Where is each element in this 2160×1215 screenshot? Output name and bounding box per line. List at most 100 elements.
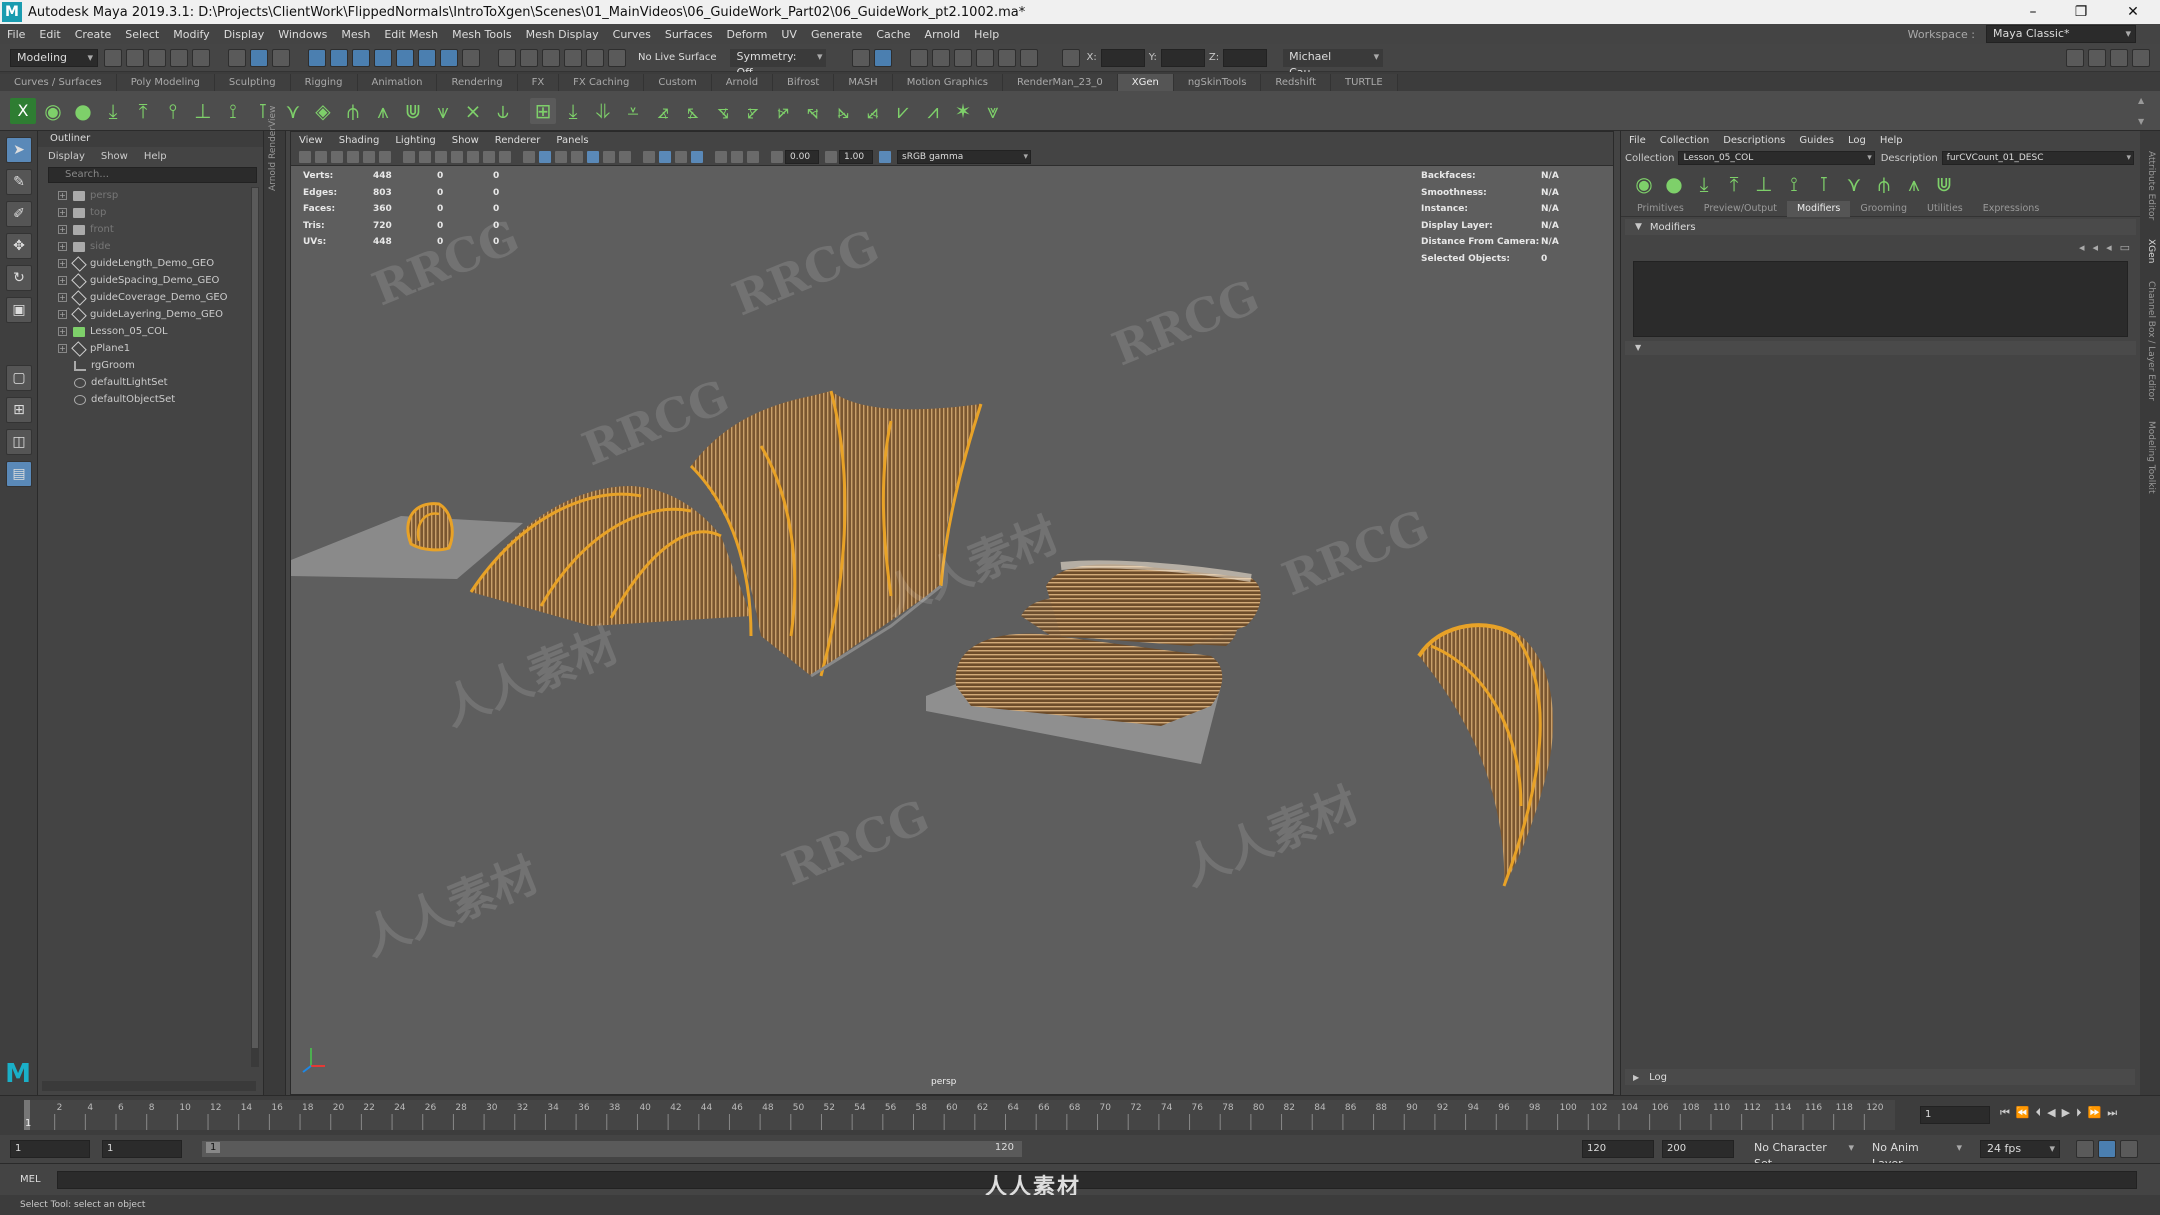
select-hierarchy-icon[interactable] — [228, 48, 246, 67]
single-view-icon[interactable]: ▢ — [6, 365, 32, 391]
outliner-item[interactable]: + pPlane1 — [38, 340, 263, 357]
outliner-menu-show[interactable]: Show — [101, 151, 128, 162]
guide-spacing-demo-geo[interactable] — [469, 486, 751, 626]
outliner-menu-display[interactable]: Display — [48, 151, 85, 162]
xgen-guide-flip-icon[interactable]: ⫛ — [1871, 171, 1897, 197]
pick-mask-5-icon[interactable] — [396, 48, 414, 67]
y-field[interactable] — [1160, 48, 1205, 67]
groom-twist-icon[interactable]: ⦭ — [800, 98, 826, 124]
menu-file[interactable]: File — [0, 28, 32, 41]
move-modifier-up-icon[interactable]: ◂ — [2079, 241, 2085, 254]
hypershade-icon[interactable] — [976, 48, 995, 67]
xgen-menu-collection[interactable]: Collection — [1660, 135, 1709, 146]
guide-length-demo-geo[interactable] — [406, 502, 454, 552]
transform-field-icon[interactable] — [1062, 48, 1081, 67]
outliner-item[interactable]: + guideCoverage_Demo_GEO — [38, 289, 263, 306]
mel-label[interactable]: MEL — [20, 1174, 41, 1185]
groom-freeze-icon[interactable]: ⩗ — [890, 98, 916, 124]
snap-view-icon[interactable] — [564, 48, 582, 67]
place-guide-icon[interactable]: ⤒ — [130, 98, 156, 124]
menu-arnold[interactable]: Arnold — [918, 28, 968, 41]
xgen-menu-guides[interactable]: Guides — [1799, 135, 1834, 146]
modifiers-list[interactable] — [1633, 261, 2128, 337]
pick-mask-2-icon[interactable] — [330, 48, 348, 67]
outliner-item[interactable]: + guideLength_Demo_GEO — [38, 255, 263, 272]
shelf-tab-curves-surfaces[interactable]: Curves / Surfaces — [0, 74, 117, 91]
xgen-menu-log[interactable]: Log — [1848, 135, 1866, 146]
resolution-gate-icon[interactable] — [435, 150, 447, 163]
modifier-folder-icon[interactable]: ▭ — [2120, 241, 2130, 254]
toggle-channel-box-icon[interactable] — [2132, 48, 2150, 67]
playback-start-field[interactable]: 1 — [102, 1140, 182, 1158]
textured-icon[interactable] — [587, 150, 599, 163]
exposure-field[interactable]: 0.00 — [785, 149, 819, 164]
shelf-tab-turtle[interactable]: TURTLE — [1331, 74, 1398, 91]
character-set-dropdown[interactable]: No Character Set — [1748, 1140, 1858, 1170]
lasso-tool-icon[interactable]: ✎ — [6, 169, 32, 195]
scale-tool-icon[interactable]: ▣ — [6, 297, 32, 323]
z-field[interactable] — [1223, 48, 1268, 67]
guide-attract-icon[interactable]: ⫝ — [490, 98, 516, 124]
motion-blur-icon[interactable] — [659, 150, 671, 163]
select-object-icon[interactable] — [250, 48, 268, 67]
outliner-item[interactable]: + side — [38, 238, 263, 255]
groom-part-icon[interactable]: ⩔ — [980, 98, 1006, 124]
shelf-tab-arnold[interactable]: Arnold — [711, 74, 774, 91]
xgen-menu-file[interactable]: File — [1629, 135, 1646, 146]
sculpt-guide-icon[interactable]: ⫯ — [160, 98, 186, 124]
move-modifier-down-icon[interactable]: ◂ — [2093, 241, 2099, 254]
shelf-tab-animation[interactable]: Animation — [357, 74, 438, 91]
restore-button[interactable]: ❐ — [2058, 0, 2104, 24]
step-forward-frame-icon[interactable]: ⏵ — [2076, 1106, 2082, 1120]
add-guide-icon[interactable]: ⤓ — [100, 98, 126, 124]
shelf-tab-sculpting[interactable]: Sculpting — [214, 74, 291, 91]
scene-view[interactable]: RRCG RRCG RRCG RRCG RRCG RRCG 人人素材 人人素材 … — [291, 166, 1613, 1094]
channel-box-tab[interactable]: Channel Box / Layer Editor — [2146, 281, 2156, 401]
image-plane-icon[interactable] — [347, 150, 359, 163]
xray-joints-icon[interactable] — [747, 150, 759, 163]
groom-cut-icon[interactable]: ⦯ — [860, 98, 886, 124]
interactive-groom-icon[interactable]: ● — [70, 98, 96, 124]
pick-mask-7-icon[interactable] — [440, 48, 458, 67]
shelf-tab-mash[interactable]: MASH — [834, 74, 893, 91]
shelf-tab-bifrost[interactable]: Bifrost — [773, 74, 835, 91]
guide-clump-icon[interactable]: ⩛ — [430, 98, 456, 124]
modifiers-section-header[interactable]: ▼ Modifiers — [1625, 219, 2136, 235]
modifier-attrs-header[interactable]: ▼ — [1625, 341, 2136, 355]
menu-help[interactable]: Help — [967, 28, 1006, 41]
history-icon[interactable] — [852, 48, 871, 67]
guide-flip-icon[interactable]: ◈ — [310, 98, 336, 124]
menu-cache[interactable]: Cache — [869, 28, 917, 41]
groom-select-icon[interactable]: ⩘ — [920, 98, 946, 124]
safe-title-icon[interactable] — [499, 150, 511, 163]
xgen-guide-comb-icon[interactable]: ⩚ — [1901, 171, 1927, 197]
guide-comb-icon[interactable]: ⩚ — [370, 98, 396, 124]
menu-create[interactable]: Create — [68, 28, 119, 41]
shelf-tab-fx-caching[interactable]: FX Caching — [559, 74, 645, 91]
snap-curve-icon[interactable] — [520, 48, 538, 67]
xgen-guide-normalize-icon[interactable]: ⋎ — [1841, 171, 1867, 197]
smooth-shade-icon[interactable] — [539, 150, 551, 163]
depth-of-field-icon[interactable] — [691, 150, 703, 163]
xgen-tab-modifiers[interactable]: Modifiers — [1786, 200, 1851, 217]
outliner-scrollbar[interactable] — [251, 187, 259, 1067]
toggle-modeling-toolkit-icon[interactable] — [2066, 48, 2084, 67]
symmetry-dropdown[interactable]: Symmetry: Off — [730, 48, 827, 79]
scene-end-field[interactable]: 200 — [1662, 1140, 1734, 1158]
xgen-editor-icon[interactable]: X — [10, 97, 36, 124]
menu-mesh-display[interactable]: Mesh Display — [519, 28, 606, 41]
xgen-tab-utilities[interactable]: Utilities — [1917, 201, 1973, 217]
expand-toggle-icon[interactable]: + — [58, 259, 67, 268]
groom-density-icon[interactable]: ⩡ — [620, 98, 646, 124]
current-frame-field[interactable]: 1 — [1920, 1106, 1990, 1124]
shelf-tab-motion-graphics[interactable]: Motion Graphics — [892, 74, 1003, 91]
guide-length-icon[interactable]: ⊥ — [190, 98, 216, 124]
auto-key-icon[interactable] — [2098, 1140, 2116, 1158]
expand-toggle-icon[interactable]: + — [58, 344, 67, 353]
wireframe-on-shaded-icon[interactable] — [571, 150, 583, 163]
minimize-button[interactable]: – — [2010, 0, 2056, 24]
groom-length-icon[interactable]: ⦮ — [830, 98, 856, 124]
guide-curl-demo-geo[interactable] — [1417, 623, 1554, 887]
description-dropdown[interactable]: furCVCount_01_DESC — [1941, 151, 2134, 165]
field-chart-icon[interactable] — [467, 150, 479, 163]
